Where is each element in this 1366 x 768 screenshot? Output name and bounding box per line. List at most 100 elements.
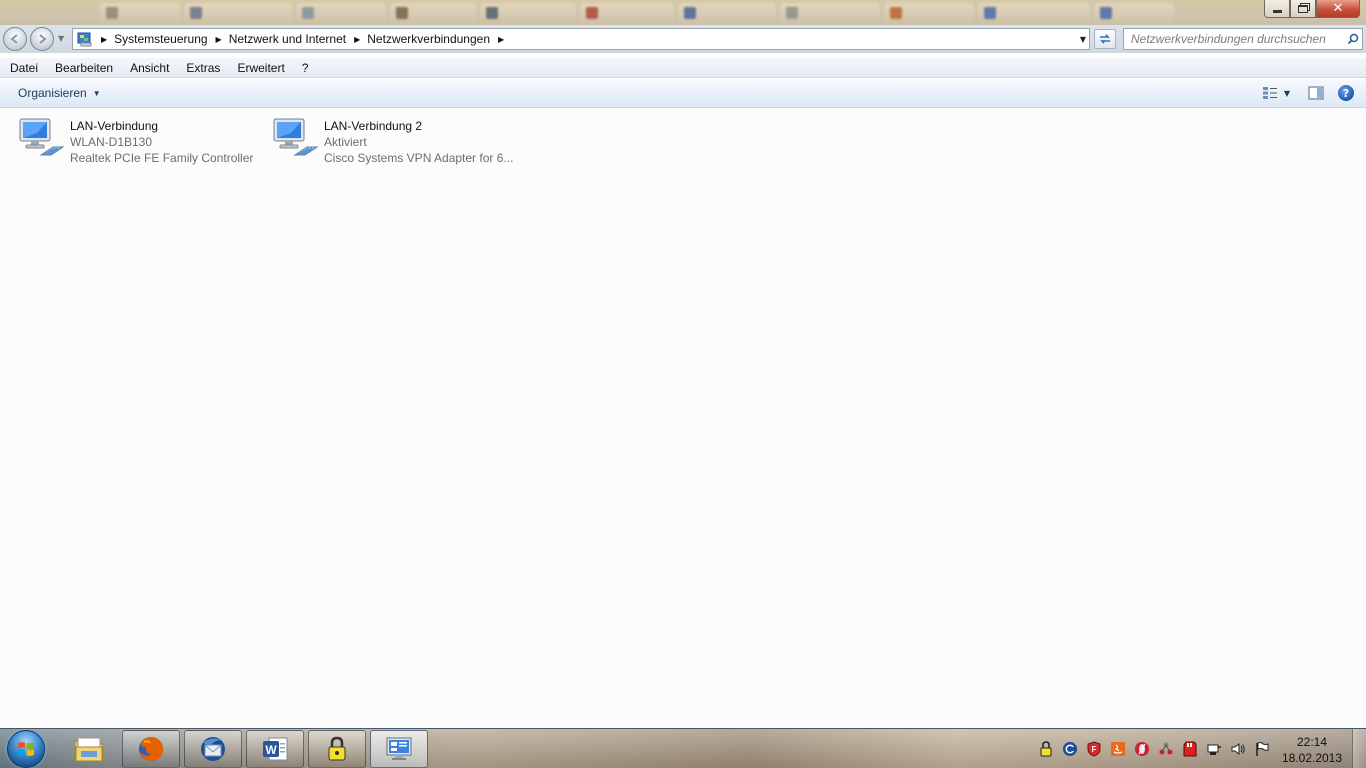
refresh-icon xyxy=(1100,34,1110,44)
start-button[interactable] xyxy=(7,730,45,768)
taskbar-thunderbird-button[interactable] xyxy=(184,730,242,768)
taskbar-firefox-button[interactable] xyxy=(122,730,180,768)
minimize-icon xyxy=(1272,10,1282,13)
control-panel-icon xyxy=(77,31,93,47)
forward-button[interactable] xyxy=(30,27,54,51)
taskbar-keepass-button[interactable] xyxy=(308,730,366,768)
connection-network: WLAN-D1B130 xyxy=(70,135,153,149)
recent-pages-dropdown[interactable]: ▼ xyxy=(58,34,64,43)
title-bar: ✕ xyxy=(0,0,1366,25)
svg-text:F: F xyxy=(1092,745,1097,754)
blurred-tab xyxy=(580,3,674,25)
organize-button[interactable]: Organisieren ▼ xyxy=(18,86,101,100)
network-adapter-icon xyxy=(17,115,65,163)
taskbar-clock[interactable]: 22:14 18.02.2013 xyxy=(1279,734,1345,766)
organize-label: Organisieren xyxy=(18,86,87,100)
svg-text:W: W xyxy=(265,743,277,757)
window-controls: ✕ xyxy=(1264,0,1360,18)
action-center-flag-icon[interactable] xyxy=(1254,741,1270,757)
blurred-tab xyxy=(978,3,1090,25)
breadcrumb-arrow-icon[interactable]: ▶ xyxy=(498,35,504,44)
network-tools-icon[interactable] xyxy=(1158,741,1174,757)
keepass-icon xyxy=(328,736,346,761)
taskbar-network-connections-button[interactable] xyxy=(370,730,428,768)
menu-bar: Datei Bearbeiten Ansicht Extras Erweiter… xyxy=(0,58,1366,78)
show-desktop-button[interactable] xyxy=(1352,729,1366,768)
navigation-bar: ▼ ▶ Systemsteuerung ▶ Netzwerk und Inter… xyxy=(0,25,1366,53)
file-explorer-icon xyxy=(74,737,104,762)
network-adapter-icon xyxy=(271,115,319,163)
blurred-tab xyxy=(184,3,292,25)
close-icon: ✕ xyxy=(1332,1,1344,16)
blurred-tab xyxy=(390,3,476,25)
clock-time: 22:14 xyxy=(1296,735,1328,749)
address-bar[interactable]: ▶ Systemsteuerung ▶ Netzwerk und Interne… xyxy=(72,28,1090,50)
command-bar-right: ▼ ? xyxy=(1256,83,1354,103)
forward-arrow-icon xyxy=(39,34,47,44)
connection-adapter: Realtek PCIe FE Family Controller xyxy=(70,151,254,165)
breadcrumb-netzwerkverbindungen[interactable]: Netzwerkverbindungen xyxy=(367,32,490,46)
view-options-icon xyxy=(1262,87,1277,99)
taskbar-word-button[interactable]: W xyxy=(246,730,304,768)
search-box[interactable] xyxy=(1123,28,1363,50)
java-update-icon[interactable] xyxy=(1110,741,1126,757)
close-button[interactable]: ✕ xyxy=(1316,0,1360,18)
cisco-vpn-icon[interactable] xyxy=(1062,741,1078,757)
word-icon: W xyxy=(263,737,288,761)
safely-remove-hardware-icon[interactable] xyxy=(1206,741,1222,757)
restore-icon xyxy=(1298,4,1308,13)
windows-logo-icon xyxy=(18,742,34,756)
search-input[interactable] xyxy=(1124,30,1344,48)
refresh-button[interactable] xyxy=(1094,29,1116,49)
blurred-tab xyxy=(780,3,880,25)
address-history-dropdown[interactable]: ▼ xyxy=(1080,35,1086,44)
menu-datei[interactable]: Datei xyxy=(0,61,46,75)
menu-ansicht[interactable]: Ansicht xyxy=(121,61,177,75)
blurred-tab xyxy=(678,3,776,25)
blurred-tab xyxy=(296,3,386,25)
connection-name: LAN-Verbindung xyxy=(70,119,159,133)
menu-bearbeiten[interactable]: Bearbeiten xyxy=(46,61,121,75)
back-button[interactable] xyxy=(3,27,27,51)
breadcrumb-netzwerk-und-internet[interactable]: Netzwerk und Internet xyxy=(229,32,346,46)
search-icon[interactable] xyxy=(1344,33,1362,45)
chevron-down-icon: ▼ xyxy=(92,88,101,98)
breadcrumb: ▶ Systemsteuerung ▶ Netzwerk und Interne… xyxy=(93,32,511,46)
help-icon[interactable]: ? xyxy=(1338,85,1354,101)
firefox-icon xyxy=(139,737,163,761)
menu-help[interactable]: ? xyxy=(293,61,317,75)
taskbar: W F 22:14 18.02.2013 xyxy=(0,728,1366,768)
breadcrumb-arrow-icon[interactable]: ▶ xyxy=(216,35,222,44)
security-shield-icon[interactable]: F xyxy=(1086,741,1102,757)
connection-name: LAN-Verbindung 2 xyxy=(324,119,423,133)
change-view-button[interactable] xyxy=(1260,83,1280,103)
sd-card-icon[interactable] xyxy=(1182,741,1198,757)
preview-pane-button[interactable] xyxy=(1306,83,1326,103)
menu-erweitert[interactable]: Erweitert xyxy=(228,61,292,75)
breadcrumb-arrow-icon[interactable]: ▶ xyxy=(354,35,360,44)
breadcrumb-systemsteuerung[interactable]: Systemsteuerung xyxy=(114,32,207,46)
blurred-tab xyxy=(480,3,576,25)
blurred-tab xyxy=(884,3,974,25)
view-dropdown-arrow[interactable]: ▼ xyxy=(1284,89,1290,98)
restore-button[interactable] xyxy=(1290,0,1316,18)
opera-icon[interactable] xyxy=(1134,741,1150,757)
blurred-tab xyxy=(100,3,180,25)
taskbar-explorer-button[interactable] xyxy=(60,730,118,768)
connection-adapter: Cisco Systems VPN Adapter for 6... xyxy=(324,151,514,165)
connection-item[interactable]: LAN-Verbindung 2 Aktiviert Cisco Systems… xyxy=(271,115,513,171)
blurred-tab xyxy=(1094,3,1174,25)
network-connections-icon xyxy=(386,737,412,760)
clock-date: 18.02.2013 xyxy=(1281,751,1343,765)
back-arrow-icon xyxy=(10,34,18,44)
minimize-button[interactable] xyxy=(1264,0,1290,18)
menu-extras[interactable]: Extras xyxy=(177,61,228,75)
connection-status: Aktiviert xyxy=(324,135,367,149)
keepass-tray-icon[interactable] xyxy=(1038,741,1054,757)
command-bar: Organisieren ▼ ▼ ? xyxy=(0,79,1366,108)
connection-item[interactable]: LAN-Verbindung WLAN-D1B130 Realtek PCIe … xyxy=(17,115,253,171)
thunderbird-icon xyxy=(201,737,225,761)
breadcrumb-arrow-icon[interactable]: ▶ xyxy=(101,35,107,44)
system-tray: F xyxy=(1034,729,1274,768)
volume-icon[interactable] xyxy=(1230,741,1246,757)
